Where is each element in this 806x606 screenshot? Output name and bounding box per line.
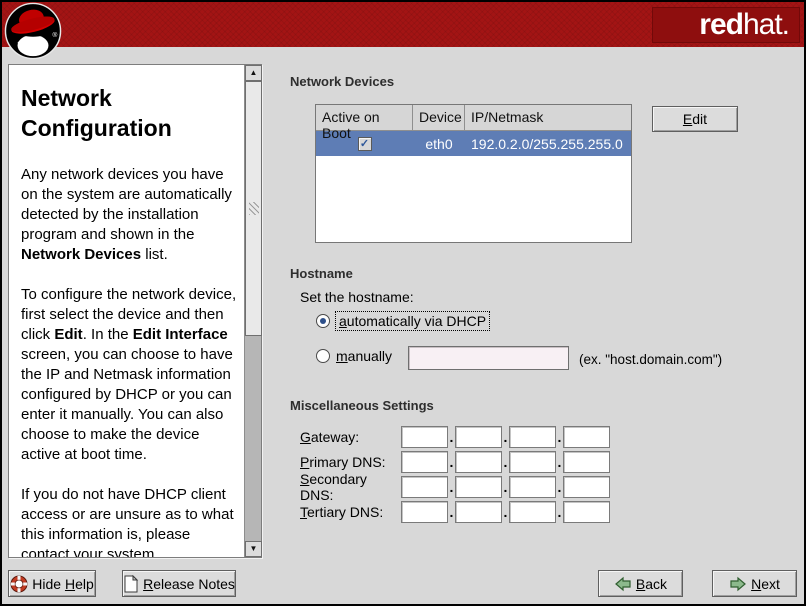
scroll-up-button[interactable]: ▲ xyxy=(245,65,262,81)
redhat-shadowman-icon: ® xyxy=(4,2,62,60)
help-p2-bold: Edit xyxy=(54,326,82,343)
hide-help-label: Hide Help xyxy=(32,576,94,592)
installer-window: redhat. ® Network Configuration Any netw… xyxy=(0,0,806,606)
set-hostname-prompt: Set the hostname: xyxy=(300,289,414,305)
table-row-eth0[interactable]: ✓ eth0 192.0.2.0/255.255.255.0 xyxy=(316,131,631,156)
octet-dot: . xyxy=(502,429,509,445)
gateway-row: Gateway: ... xyxy=(300,424,610,449)
hide-help-button[interactable]: Hide Help xyxy=(8,570,96,597)
tertiary-dns-row: Tertiary DNS: ... xyxy=(300,499,610,524)
octet-dot: . xyxy=(556,454,563,470)
primary-dns-octet-2[interactable] xyxy=(455,451,502,473)
secondary-dns-octet-1[interactable] xyxy=(401,476,448,498)
ip-netmask-cell: 192.0.2.0/255.255.255.0 xyxy=(465,136,631,152)
gateway-octet-3[interactable] xyxy=(509,426,556,448)
radio-manual[interactable] xyxy=(316,349,330,363)
active-on-boot-checkbox[interactable]: ✓ xyxy=(358,137,372,151)
column-header-active-on-boot: Active on Boot xyxy=(316,105,413,130)
octet-dot: . xyxy=(448,479,455,495)
gateway-octet-2[interactable] xyxy=(455,426,502,448)
scrollbar-thumb[interactable] xyxy=(245,81,262,336)
help-paragraph-3: If you do not have DHCP client access or… xyxy=(21,485,240,557)
help-p1-bold: Network Devices xyxy=(21,246,141,263)
next-button[interactable]: Next xyxy=(712,570,797,597)
primary-dns-octet-3[interactable] xyxy=(509,451,556,473)
device-cell: eth0 xyxy=(413,136,465,152)
help-panel: Network Configuration Any network device… xyxy=(8,64,262,558)
octet-dot: . xyxy=(502,454,509,470)
network-devices-table[interactable]: Active on Boot Device IP/Netmask ✓ eth0 … xyxy=(315,104,632,243)
help-scrollbar[interactable]: ▲ ▼ xyxy=(244,65,261,557)
hostname-manual-option[interactable]: manually xyxy=(316,348,392,364)
brand-light-text: hat. xyxy=(743,8,789,42)
help-p2-text3: screen, you can choose to have the IP an… xyxy=(21,346,233,463)
scrollbar-grip-icon xyxy=(249,202,259,215)
octet-dot: . xyxy=(556,429,563,445)
hostname-section-label: Hostname xyxy=(290,266,353,281)
svg-text:®: ® xyxy=(52,31,57,39)
header-bar: redhat. xyxy=(2,2,804,47)
hostname-auto-option[interactable]: automatically via DHCP xyxy=(316,312,489,330)
redhat-wordmark: redhat. xyxy=(652,7,800,43)
edit-button[interactable]: Edit xyxy=(652,106,738,132)
primary-dns-label: Primary DNS: xyxy=(300,454,401,470)
octet-dot: . xyxy=(448,504,455,520)
release-notes-button[interactable]: Release Notes xyxy=(122,570,236,597)
auto-dhcp-label[interactable]: automatically via DHCP xyxy=(336,312,489,330)
column-header-device: Device xyxy=(413,105,465,130)
help-p2-bold2: Edit Interface xyxy=(133,326,228,343)
tertiary-dns-octet-2[interactable] xyxy=(455,501,502,523)
octet-dot: . xyxy=(556,504,563,520)
next-arrow-icon xyxy=(729,576,747,592)
octet-dot: . xyxy=(448,429,455,445)
help-paragraph-2: To configure the network device, first s… xyxy=(21,285,240,465)
back-label: Back xyxy=(636,576,667,592)
gateway-label: Gateway: xyxy=(300,429,401,445)
gateway-octet-4[interactable] xyxy=(563,426,610,448)
secondary-dns-octet-4[interactable] xyxy=(563,476,610,498)
edit-button-label: Edit xyxy=(683,111,707,127)
release-notes-label: Release Notes xyxy=(143,576,235,592)
help-p2-text2: . In the xyxy=(83,326,133,343)
up-arrow-icon: ▲ xyxy=(250,68,258,77)
column-header-ip-netmask: IP/Netmask xyxy=(465,105,631,130)
help-title: Network Configuration xyxy=(21,83,240,143)
network-devices-section-label: Network Devices xyxy=(290,74,394,89)
hostname-hint: (ex. "host.domain.com") xyxy=(579,352,722,367)
octet-dot: . xyxy=(502,479,509,495)
back-arrow-icon xyxy=(614,576,632,592)
next-label: Next xyxy=(751,576,780,592)
scroll-down-button[interactable]: ▼ xyxy=(245,541,262,557)
octet-dot: . xyxy=(448,454,455,470)
tertiary-dns-octet-4[interactable] xyxy=(563,501,610,523)
help-text: Network Configuration Any network device… xyxy=(9,65,244,557)
manual-label[interactable]: manually xyxy=(336,348,392,364)
misc-settings-section-label: Miscellaneous Settings xyxy=(290,398,434,413)
check-icon: ✓ xyxy=(360,138,369,150)
help-paragraph-1: Any network devices you have on the syst… xyxy=(21,165,240,265)
secondary-dns-octet-2[interactable] xyxy=(455,476,502,498)
gateway-octet-1[interactable] xyxy=(401,426,448,448)
help-p1-text2: list. xyxy=(141,246,168,263)
table-header-row: Active on Boot Device IP/Netmask xyxy=(316,105,631,131)
misc-settings-grid: Gateway: ... Primary DNS: ... Secondary … xyxy=(300,424,610,524)
secondary-dns-label: Secondary DNS: xyxy=(300,471,401,503)
octet-dot: . xyxy=(556,479,563,495)
release-notes-document-icon xyxy=(123,575,139,593)
primary-dns-octet-1[interactable] xyxy=(401,451,448,473)
tertiary-dns-label: Tertiary DNS: xyxy=(300,504,401,520)
down-arrow-icon: ▼ xyxy=(250,544,258,553)
back-button[interactable]: Back xyxy=(598,570,683,597)
secondary-dns-octet-3[interactable] xyxy=(509,476,556,498)
primary-dns-octet-4[interactable] xyxy=(563,451,610,473)
radio-auto-dhcp[interactable] xyxy=(316,314,330,328)
tertiary-dns-octet-1[interactable] xyxy=(401,501,448,523)
tertiary-dns-octet-3[interactable] xyxy=(509,501,556,523)
brand-bold-text: red xyxy=(699,8,743,42)
hostname-input[interactable] xyxy=(408,346,569,370)
help-p1-text: Any network devices you have on the syst… xyxy=(21,166,232,243)
life-preserver-icon xyxy=(10,575,28,593)
octet-dot: . xyxy=(502,504,509,520)
secondary-dns-row: Secondary DNS: ... xyxy=(300,474,610,499)
